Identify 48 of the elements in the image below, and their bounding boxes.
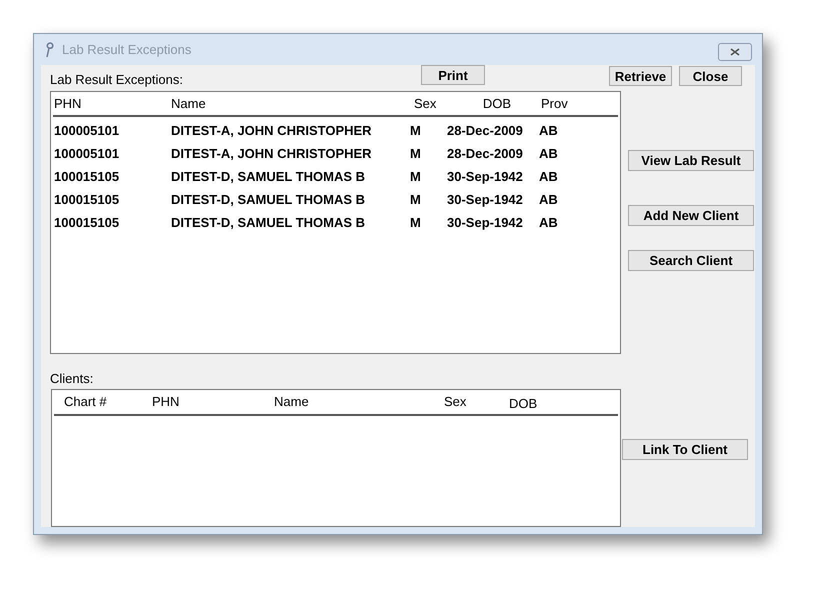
table-cell-text: AB <box>539 144 559 163</box>
table-cell-text: 100015105 <box>53 214 120 232</box>
table-cell-text: M <box>410 122 422 140</box>
action-button[interactable]: Search Client <box>628 250 754 271</box>
table-cell-text: 28-Dec-2009 <box>447 144 524 163</box>
column-header: PHN <box>152 393 180 412</box>
table-cell-text: 28-Dec-2009 <box>447 122 524 140</box>
column-header: Sex <box>414 94 438 113</box>
table-cell-text: DITEST-D, SAMUEL THOMAS B <box>171 168 366 186</box>
close-icon <box>730 48 740 56</box>
close-button[interactable] <box>718 42 752 60</box>
column-header: Name <box>171 94 207 113</box>
toolbar-button[interactable]: Retrieve <box>609 66 672 86</box>
table-cell-text: 30-Sep-1942 <box>447 168 524 186</box>
app-icon <box>44 42 56 58</box>
column-header: Sex <box>444 393 468 412</box>
column-header: Chart # <box>63 393 108 412</box>
column-header: PHN <box>53 94 82 113</box>
table-cell-text: 100005101 <box>53 122 120 140</box>
table-cell-text: 100005101 <box>53 144 120 163</box>
table-cell-text: 30-Sep-1942 <box>447 214 524 232</box>
table-cell-text: AB <box>539 168 559 186</box>
table-cell-text: M <box>410 144 422 163</box>
column-header: DOB <box>482 94 512 113</box>
print-button[interactable]: Print <box>421 65 485 85</box>
section-label: Lab Result Exceptions: <box>50 70 184 89</box>
toolbar-button[interactable]: Close <box>679 66 742 86</box>
section-label: Clients: <box>50 370 94 387</box>
column-header: Prov <box>541 94 569 113</box>
table-cell-text: DITEST-A, JOHN CHRISTOPHER <box>171 144 373 163</box>
table-cell-text: M <box>410 168 422 186</box>
table-cell-text: 30-Sep-1942 <box>447 190 524 209</box>
action-button[interactable]: Add New Client <box>628 205 754 226</box>
table-cell-text: M <box>410 190 422 209</box>
table-cell-text: DITEST-D, SAMUEL THOMAS B <box>171 190 366 209</box>
table-cell-text: AB <box>539 214 559 232</box>
table-cell-text: DITEST-A, JOHN CHRISTOPHER <box>171 122 373 140</box>
table-cell-text: DITEST-D, SAMUEL THOMAS B <box>171 214 366 232</box>
table-cell-text: AB <box>539 122 559 140</box>
window-title: Lab Result Exceptions <box>62 40 192 59</box>
table-cell-text: AB <box>539 190 559 209</box>
table-cell-text: 100015105 <box>53 168 120 186</box>
link-to-client-button[interactable]: Link To Client <box>622 439 748 460</box>
table-cell-text: M <box>410 214 422 232</box>
column-header: Name <box>274 393 310 412</box>
column-header: DOB <box>509 395 538 414</box>
table-cell-text: 100015105 <box>53 190 120 209</box>
action-button[interactable]: View Lab Result <box>628 150 754 171</box>
